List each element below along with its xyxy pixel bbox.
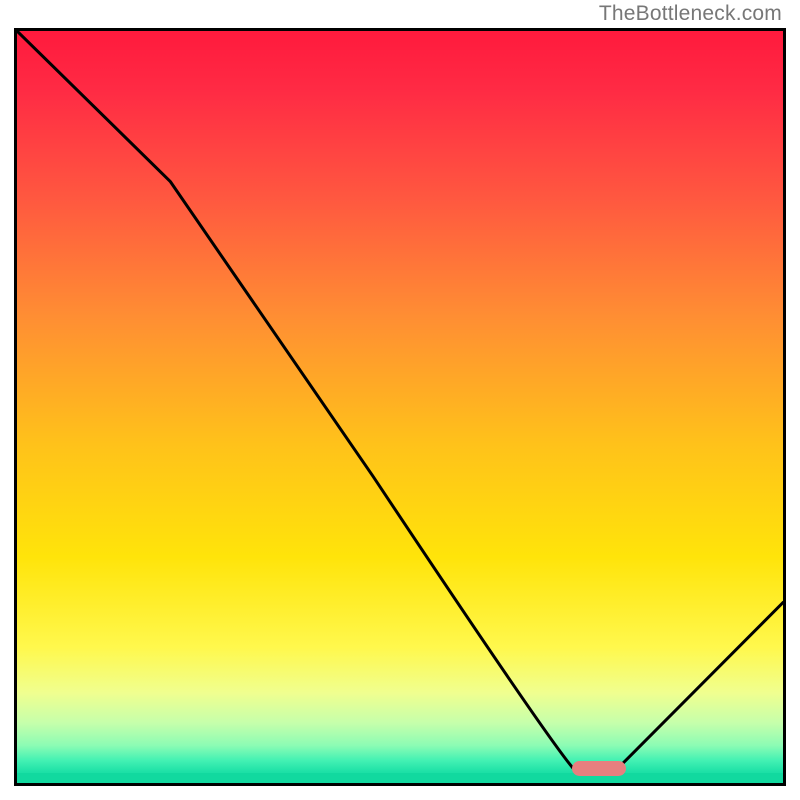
bottleneck-curve: [17, 31, 783, 783]
optimal-range-marker: [572, 761, 626, 776]
chart-frame: [14, 28, 786, 786]
watermark-text: TheBottleneck.com: [599, 2, 782, 26]
